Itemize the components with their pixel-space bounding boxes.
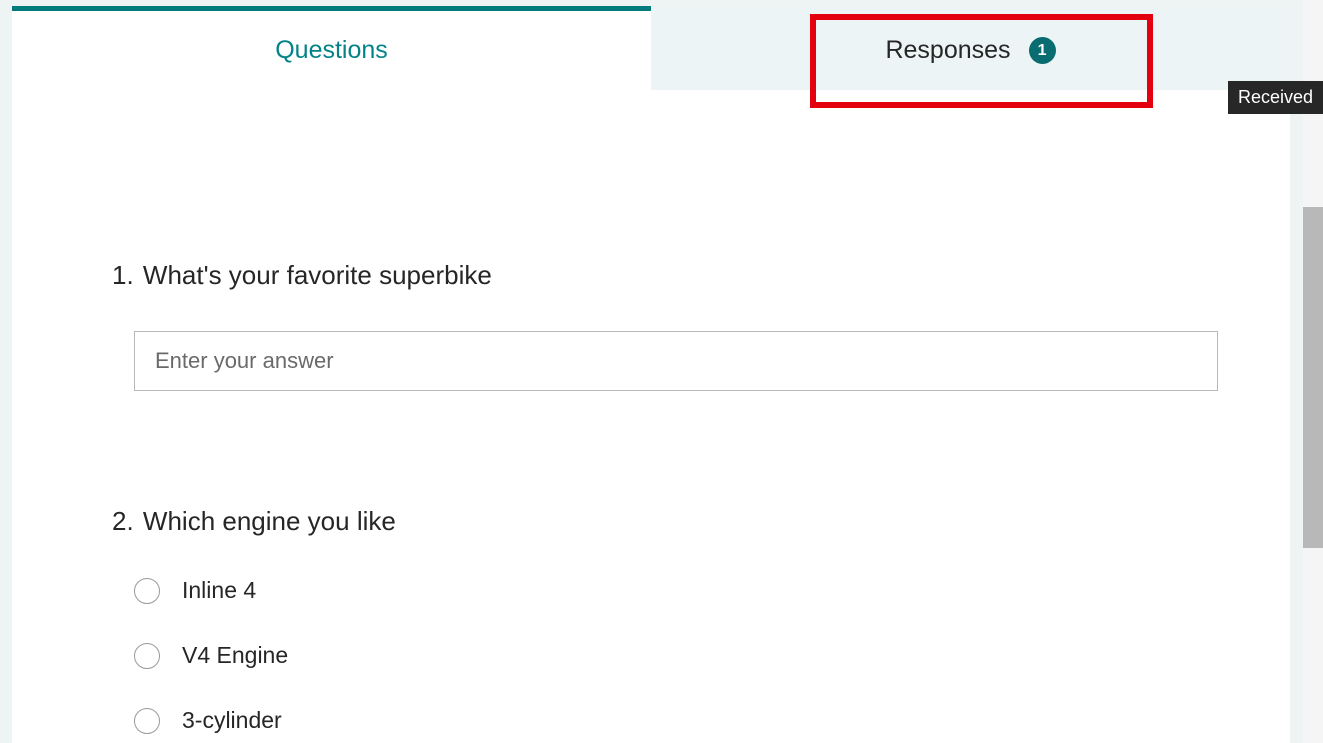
tab-questions-label: Questions	[275, 36, 388, 65]
radio-icon[interactable]	[134, 578, 160, 604]
form-container: Questions Responses 1 1. What's your fav…	[12, 6, 1290, 743]
radio-icon[interactable]	[134, 708, 160, 734]
tab-responses-label: Responses	[885, 36, 1010, 65]
question-block-2: 2. Which engine you like Inline 4 V4 Eng…	[112, 506, 1190, 734]
option-row[interactable]: Inline 4	[134, 577, 1190, 604]
question-number: 2.	[112, 506, 134, 536]
content-area: 1. What's your favorite superbike 2. Whi…	[12, 90, 1290, 734]
option-label: Inline 4	[182, 577, 256, 604]
received-tooltip: Received	[1228, 81, 1323, 114]
option-row[interactable]: 3-cylinder	[134, 707, 1190, 734]
tab-responses-inner: Responses 1	[885, 36, 1055, 65]
tab-questions[interactable]: Questions	[12, 6, 651, 90]
tab-responses[interactable]: Responses 1	[651, 6, 1290, 90]
radio-icon[interactable]	[134, 643, 160, 669]
option-label: V4 Engine	[182, 642, 288, 669]
question-text: What's your favorite superbike	[143, 260, 492, 290]
responses-count-badge: 1	[1029, 37, 1056, 64]
question-number: 1.	[112, 260, 134, 290]
question-block-1: 1. What's your favorite superbike	[112, 260, 1190, 391]
question-text: Which engine you like	[143, 506, 396, 536]
scrollbar-thumb[interactable]	[1303, 207, 1323, 548]
question-title: 2. Which engine you like	[112, 506, 1190, 537]
tabs-bar: Questions Responses 1	[12, 6, 1290, 90]
page-background: Questions Responses 1 1. What's your fav…	[0, 0, 1323, 743]
option-row[interactable]: V4 Engine	[134, 642, 1190, 669]
question-title: 1. What's your favorite superbike	[112, 260, 1190, 291]
option-label: 3-cylinder	[182, 707, 282, 734]
answer-input[interactable]	[134, 331, 1218, 391]
